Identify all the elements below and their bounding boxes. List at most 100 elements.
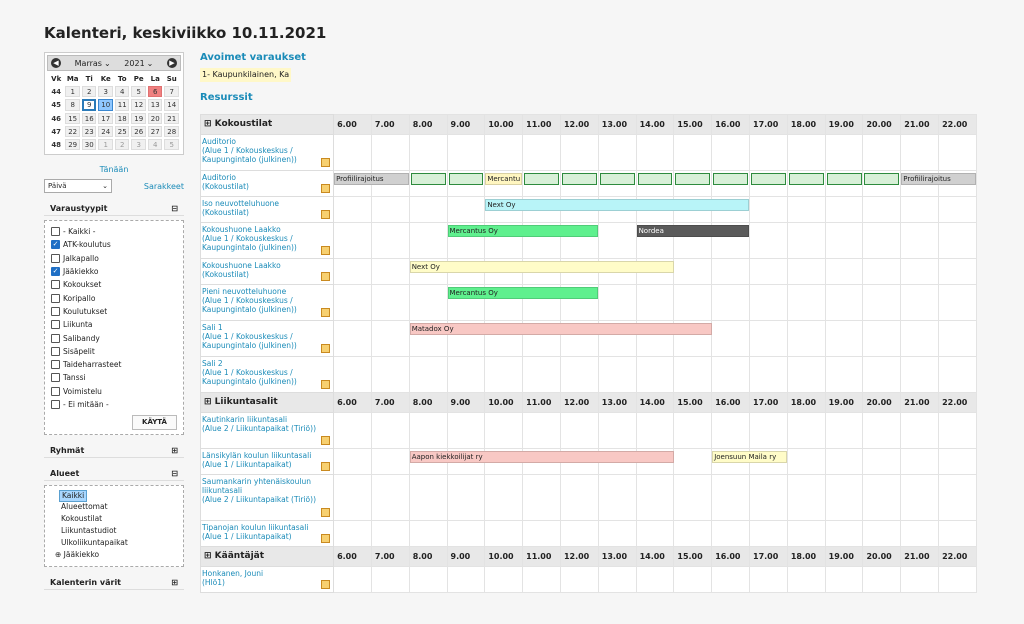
reservation-type-checkbox[interactable]: Jalkapallo <box>51 252 177 265</box>
time-slot[interactable] <box>786 356 826 393</box>
time-slot[interactable] <box>408 412 448 449</box>
calendar-day[interactable]: 20 <box>147 113 163 124</box>
calendar-day[interactable]: 14 <box>164 99 179 111</box>
time-slot[interactable] <box>597 474 637 521</box>
time-slot[interactable] <box>786 448 826 475</box>
time-slot[interactable] <box>370 196 410 223</box>
resource-location[interactable]: (Alue 1 / Liikuntapaikat) <box>202 532 330 541</box>
resource-location[interactable]: (Kokoustilat) <box>202 208 330 217</box>
calendar-colors-header[interactable]: Kalenterin värit ⊞ <box>44 576 184 591</box>
time-slot[interactable] <box>673 170 713 197</box>
resource-title[interactable]: Sali 2 <box>202 359 330 368</box>
resource-name[interactable]: Auditorio (Alue 1 / Kokouskeskus / Kaupun… <box>199 134 335 171</box>
time-slot[interactable] <box>786 258 826 285</box>
area-item[interactable]: Kaikki <box>59 490 88 503</box>
time-slot[interactable] <box>673 448 713 475</box>
resource-name[interactable]: Saumankarin yhtenäiskoulun liikuntasali(… <box>199 474 335 521</box>
reservation-block[interactable] <box>410 173 446 185</box>
time-slot[interactable] <box>786 170 826 197</box>
checkbox-icon[interactable] <box>51 373 60 383</box>
time-slot[interactable] <box>749 258 788 285</box>
area-item[interactable]: Liikuntastudiot <box>51 526 177 538</box>
calendar-icon[interactable] <box>321 308 331 317</box>
time-slot[interactable] <box>862 474 902 521</box>
reservation-block[interactable] <box>864 173 900 185</box>
time-slot[interactable] <box>522 356 561 393</box>
time-slot[interactable]: Joensuun Maila ry <box>711 448 787 475</box>
calendar-day[interactable]: 1 <box>65 86 80 97</box>
time-slot[interactable] <box>446 412 486 449</box>
time-slot[interactable] <box>938 134 977 171</box>
time-slot[interactable] <box>370 320 410 357</box>
time-slot[interactable] <box>673 134 713 171</box>
time-slot[interactable] <box>786 196 826 223</box>
time-slot[interactable] <box>408 520 448 547</box>
time-slot[interactable] <box>333 196 372 223</box>
reservation-block[interactable]: Profiilirajoitus <box>901 173 976 185</box>
time-slot[interactable] <box>824 520 864 547</box>
calendar-day[interactable]: 21 <box>164 113 179 124</box>
calendar-icon[interactable] <box>321 272 331 281</box>
time-slot[interactable] <box>559 356 599 393</box>
time-slot[interactable] <box>938 356 977 393</box>
reservation-block[interactable] <box>561 173 597 185</box>
resource-location[interactable]: (Alue 1 / Kokouskeskus / Kaupungintalo (… <box>202 146 330 164</box>
checkbox-icon[interactable] <box>51 227 60 237</box>
reservation-block[interactable] <box>524 173 559 185</box>
resource-title[interactable]: Auditorio <box>202 137 330 146</box>
reservation-block[interactable]: Mercantus Oy <box>447 225 599 237</box>
time-slot[interactable] <box>333 448 372 475</box>
time-slot[interactable] <box>333 258 372 285</box>
expand-icon[interactable]: ⊞ <box>171 446 178 455</box>
calendar-day[interactable]: 1 <box>98 139 113 150</box>
time-slot[interactable] <box>711 474 750 521</box>
time-slot[interactable] <box>408 196 448 223</box>
time-slot[interactable] <box>862 566 902 593</box>
time-slot[interactable] <box>900 196 940 223</box>
time-slot[interactable] <box>824 284 864 321</box>
time-slot[interactable] <box>597 222 637 259</box>
time-slot[interactable] <box>900 284 940 321</box>
reservation-type-checkbox[interactable]: ✓ Jääkiekko <box>51 265 177 278</box>
time-slot[interactable] <box>786 474 826 521</box>
time-slot[interactable] <box>824 258 864 285</box>
time-slot[interactable] <box>711 566 750 593</box>
time-slot[interactable] <box>333 474 372 521</box>
time-slot[interactable] <box>824 566 864 593</box>
calendar-day[interactable]: 25 <box>114 126 130 137</box>
reservation-block[interactable] <box>675 173 711 185</box>
resource-name[interactable]: Tipanojan koulun liikuntasali (Alue 1 / L… <box>199 520 335 547</box>
time-slot[interactable] <box>559 134 599 171</box>
calendar-icon[interactable] <box>321 462 331 471</box>
time-slot[interactable] <box>635 520 675 547</box>
calendar-day[interactable]: 3 <box>131 139 146 150</box>
time-slot[interactable] <box>597 284 637 321</box>
checkbox-icon[interactable] <box>51 386 60 396</box>
time-slot[interactable]: Aapon kiekkoilijat ry <box>408 448 674 475</box>
time-slot[interactable] <box>900 412 940 449</box>
reservation-block[interactable] <box>448 173 484 185</box>
checkbox-icon[interactable] <box>51 360 60 370</box>
calendar-day[interactable]: 28 <box>164 126 179 137</box>
area-item[interactable]: Kokoustilat <box>51 514 177 526</box>
resource-title[interactable]: Tipanojan koulun liikuntasali <box>202 523 330 532</box>
time-slot[interactable] <box>938 520 977 547</box>
time-slot[interactable] <box>786 412 826 449</box>
time-slot[interactable] <box>824 222 864 259</box>
reservation-types-header[interactable]: Varaustyypit ⊟ <box>44 202 184 216</box>
resource-location[interactable]: (Alue 2 / Liikuntapaikat (Tiriö)) <box>202 424 330 433</box>
time-slot[interactable] <box>635 134 675 171</box>
checkbox-icon[interactable] <box>51 306 60 316</box>
calendar-day[interactable]: 27 <box>147 126 163 137</box>
time-slot[interactable] <box>673 356 713 393</box>
time-slot[interactable] <box>938 258 977 285</box>
time-slot[interactable] <box>862 356 902 393</box>
reservation-block[interactable]: Aapon kiekkoilijat ry <box>409 451 674 463</box>
time-slot[interactable] <box>749 566 788 593</box>
time-slot[interactable] <box>749 170 788 197</box>
calendar-day[interactable]: 18 <box>114 113 130 124</box>
reservation-block[interactable]: Next Oy <box>485 199 750 211</box>
calendar-day[interactable]: 23 <box>81 126 97 137</box>
time-slot[interactable] <box>408 134 448 171</box>
reservation-type-checkbox[interactable]: ✓ ATK-koulutus <box>51 238 177 251</box>
